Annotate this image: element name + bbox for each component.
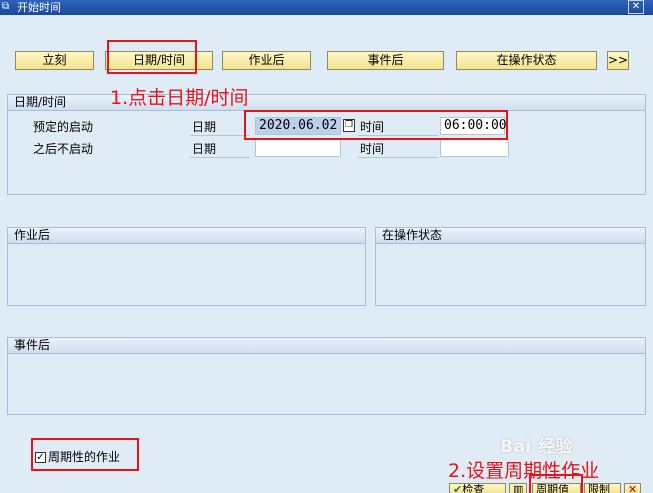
after-event-group-header: 事件后 — [8, 338, 645, 354]
no-start-date-input[interactable] — [255, 139, 341, 157]
scheduled-start-label: 预定的启动 — [33, 120, 94, 134]
window-title: 开始时间 — [17, 1, 61, 14]
after-event-button[interactable]: 事件后 — [327, 51, 444, 70]
annotation-step2: 2.设置周期性作业 — [448, 460, 600, 482]
no-start-after-label: 之后不启动 — [33, 142, 94, 156]
annotation-box-periodic-job — [31, 438, 139, 471]
cancel-icon[interactable]: ✕ — [624, 483, 641, 493]
after-job-button[interactable]: 作业后 — [222, 51, 311, 70]
annotation-step1: 1.点击日期/时间 — [110, 87, 249, 109]
operation-mode-button[interactable]: 在操作状态 — [456, 51, 597, 70]
watermark: Bai 经验 — [500, 437, 574, 457]
date-time-group-header: 日期/时间 — [8, 95, 645, 111]
no-start-date-label: 日期 — [192, 142, 217, 156]
period-icon-button[interactable]: ▥ — [509, 483, 527, 493]
no-start-time-input[interactable] — [440, 139, 509, 157]
operation-mode-group: 在操作状态 — [375, 227, 646, 306]
more-button[interactable]: >> — [607, 51, 629, 70]
period-icon: ▥ — [513, 483, 524, 493]
no-start-time-label: 时间 — [360, 142, 385, 156]
annotation-box-date-time-fields — [244, 110, 508, 140]
time-label-underline-2 — [358, 157, 438, 158]
check-button-label: 检查 — [462, 483, 485, 493]
date-label-underline — [190, 135, 250, 136]
check-icon: ✔ — [453, 483, 463, 493]
after-event-group: 事件后 — [7, 337, 646, 415]
check-button[interactable]: ✔检查 — [449, 483, 506, 493]
close-icon[interactable]: ✕ — [628, 0, 644, 14]
window-icon: ⧉ — [2, 1, 10, 12]
date-label-underline-2 — [190, 157, 250, 158]
after-job-group-header: 作业后 — [8, 228, 365, 244]
annotation-box-date-time-button — [107, 40, 197, 74]
title-bar: ⧉ 开始时间 ✕ — [0, 0, 653, 15]
after-job-group: 作业后 — [7, 227, 366, 306]
immediate-button[interactable]: 立刻 — [15, 51, 94, 70]
restrictions-button[interactable]: 限制 — [584, 483, 621, 493]
scheduled-date-label: 日期 — [192, 120, 217, 134]
operation-mode-group-header: 在操作状态 — [376, 228, 645, 244]
